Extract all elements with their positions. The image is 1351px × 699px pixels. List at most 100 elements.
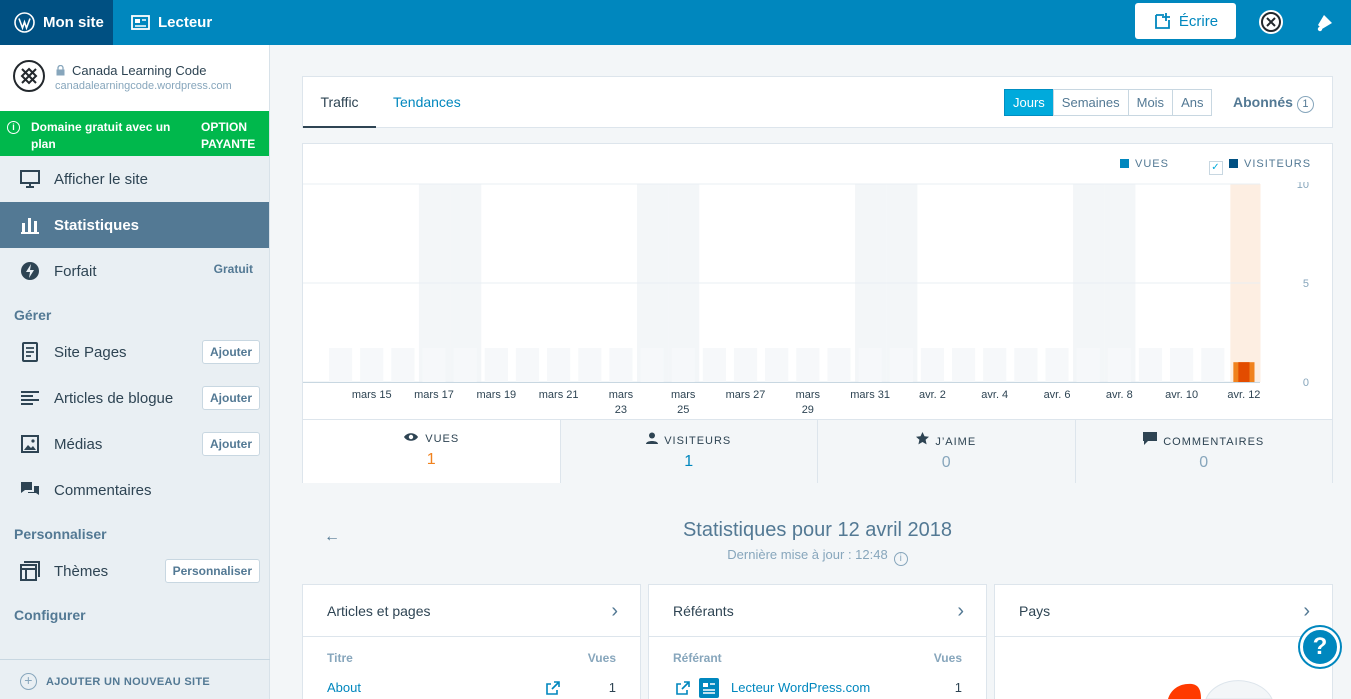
tab-traffic[interactable]: Traffic — [303, 77, 376, 128]
sidebar-item-view-site[interactable]: Afficher le site — [0, 156, 269, 202]
eye-icon — [403, 433, 419, 445]
info-icon: i — [7, 121, 20, 134]
user-avatar[interactable] — [1259, 10, 1283, 34]
row-referrer-link[interactable]: Lecteur WordPress.com — [731, 680, 870, 695]
legend-views: VUES — [1120, 158, 1169, 170]
legend-visitors-swatch — [1229, 159, 1238, 168]
visitors-bar — [1238, 362, 1250, 382]
banner-text: Domaine gratuit avec un plan — [31, 120, 171, 151]
add-new-site-button[interactable]: + AJOUTER UN NOUVEAU SITE — [0, 659, 270, 699]
empty-bar — [578, 348, 602, 382]
sidebar-item-plan[interactable]: Forfait Gratuit — [0, 248, 269, 294]
sidebar-item-comments[interactable]: Commentaires — [0, 467, 269, 513]
sidebar-item-pages[interactable]: Site Pages Ajouter — [0, 329, 269, 375]
add-page-button[interactable]: Ajouter — [202, 340, 260, 364]
empty-bar — [889, 348, 913, 382]
empty-bar — [1076, 348, 1100, 382]
total-vues[interactable]: VUES 1 — [303, 420, 560, 483]
new-post-icon — [1155, 13, 1170, 29]
total-visiteurs[interactable]: VISITEURS 1 — [559, 420, 817, 483]
write-button[interactable]: Écrire — [1135, 3, 1236, 39]
total-jaime[interactable]: J’AIME 0 — [817, 420, 1075, 483]
sidebar-item-stats[interactable]: Statistiques — [0, 202, 269, 248]
sidebar-item-label: Site Pages — [54, 343, 127, 361]
empty-bar — [1201, 348, 1225, 382]
sidebar-item-label: Articles de blogue — [54, 389, 174, 407]
themes-icon — [20, 561, 40, 581]
section-heading-configure: Configurer — [14, 607, 86, 623]
site-card[interactable]: Canada Learning Code canadalearningcode.… — [0, 45, 269, 111]
total-label-text: VUES — [425, 433, 460, 445]
x-tick-label: avr. 4 — [981, 389, 1008, 401]
chevron-right-icon[interactable]: › — [611, 585, 618, 637]
total-label: VUES — [303, 432, 560, 445]
free-domain-banner[interactable]: i Domaine gratuit avec un plan OPTION PA… — [0, 111, 269, 156]
add-media-button[interactable]: Ajouter — [202, 432, 260, 456]
x-tick-label: mars 23 — [609, 389, 634, 416]
empty-bar — [422, 348, 446, 382]
sidebar-item-themes[interactable]: Thèmes Personnaliser — [0, 548, 269, 594]
empty-bar — [983, 348, 1007, 382]
banner-cta[interactable]: OPTION PAYANTE — [201, 119, 261, 153]
sidebar-item-label: Afficher le site — [54, 170, 148, 188]
card-title: Pays — [1019, 603, 1051, 619]
summary-title: Statistiques pour 12 avril 2018 — [682, 519, 953, 541]
total-commentaires[interactable]: COMMENTAIRES 0 — [1074, 420, 1332, 483]
help-button[interactable]: ? — [1300, 627, 1340, 667]
empty-bar — [920, 348, 944, 382]
column-header-title: Titre — [327, 651, 353, 665]
followers-link[interactable]: Abonnés 1 — [1233, 94, 1314, 113]
card-header[interactable]: Articles et pages › — [303, 585, 640, 637]
x-tick-label: avr. 6 — [1044, 389, 1071, 401]
x-tick-label: mars 19 — [476, 389, 516, 401]
reader-favicon-icon — [699, 678, 719, 698]
plus-circle-icon: + — [20, 673, 37, 690]
customize-button[interactable]: Personnaliser — [164, 559, 260, 583]
empty-bar — [547, 348, 571, 382]
empty-bar — [765, 348, 789, 382]
total-value: 1 — [426, 451, 436, 468]
empty-bar — [671, 348, 695, 382]
empty-bar — [453, 348, 477, 382]
y-tick-label: 10 — [1297, 182, 1309, 191]
plan-badge: Gratuit — [213, 262, 253, 276]
site-name: Canada Learning Code — [72, 63, 207, 78]
period-selector: Jours Semaines Mois Ans — [1004, 89, 1213, 116]
period-option[interactable]: Ans — [1172, 89, 1213, 116]
card-header[interactable]: Pays › — [995, 585, 1332, 637]
external-link-icon[interactable] — [676, 681, 690, 695]
period-option[interactable]: Semaines — [1052, 89, 1129, 116]
legend-views-swatch — [1120, 159, 1129, 168]
site-logo-icon — [13, 60, 45, 92]
period-option[interactable]: Mois — [1127, 89, 1174, 116]
total-label-text: J’AIME — [935, 436, 977, 448]
empty-bar — [640, 348, 664, 382]
external-link-icon[interactable] — [546, 681, 560, 695]
chevron-right-icon[interactable]: › — [957, 585, 964, 637]
site-url: canadalearningcode.wordpress.com — [55, 80, 232, 92]
legend-visitors[interactable]: ✓ VISITEURS — [1209, 158, 1311, 175]
period-option[interactable]: Jours — [1004, 89, 1054, 116]
sidebar-item-posts[interactable]: Articles de blogue Ajouter — [0, 375, 269, 421]
card-title: Référants — [673, 603, 734, 619]
row-views: 1 — [608, 680, 616, 695]
empty-bar — [1014, 348, 1038, 382]
card-header[interactable]: Référants › — [649, 585, 986, 637]
info-icon[interactable]: i — [893, 552, 908, 566]
empty-bar — [1045, 348, 1069, 382]
lock-icon — [56, 65, 65, 76]
my-site-button[interactable]: Mon site — [0, 0, 113, 45]
notifications-icon[interactable] — [1314, 11, 1336, 38]
visitors-checkbox[interactable]: ✓ — [1209, 161, 1223, 175]
row-title-link[interactable]: About — [327, 680, 361, 695]
sidebar-item-media[interactable]: Médias Ajouter — [0, 421, 269, 467]
reader-button[interactable]: Lecteur — [113, 0, 212, 45]
empty-bar — [1138, 348, 1163, 382]
add-site-label: AJOUTER UN NOUVEAU SITE — [46, 676, 210, 688]
add-post-button[interactable]: Ajouter — [202, 386, 260, 410]
x-tick-label: mars 25 — [671, 389, 696, 416]
sidebar-item-label: Thèmes — [54, 562, 109, 580]
x-tick-label: mars 17 — [414, 389, 454, 401]
sidebar-item-label: Statistiques — [54, 216, 140, 234]
tab-insights[interactable]: Tendances — [393, 77, 461, 128]
